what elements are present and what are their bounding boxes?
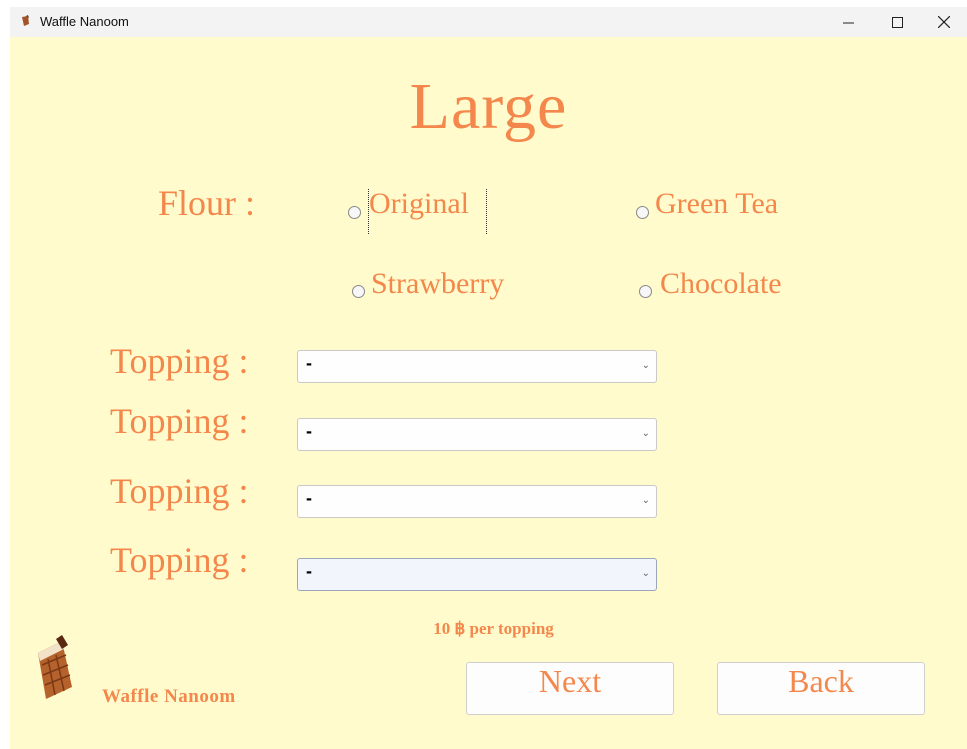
maximize-button[interactable] xyxy=(874,7,920,37)
title-bar: Waffle Nanoom xyxy=(10,7,967,37)
minimize-icon xyxy=(842,22,854,23)
topping-select-1[interactable]: - ⌄ xyxy=(297,350,657,383)
minimize-button[interactable] xyxy=(825,7,871,37)
waffle-icon xyxy=(22,15,29,26)
close-icon xyxy=(938,16,950,28)
topping-select-value: - xyxy=(306,488,312,508)
topping-select-3[interactable]: - ⌄ xyxy=(297,485,657,518)
size-heading: Large xyxy=(409,70,568,143)
flour-radio-chocolate[interactable] xyxy=(639,285,652,298)
chevron-down-icon: ⌄ xyxy=(641,495,650,506)
topping-label-2: Topping : xyxy=(110,401,249,441)
topping-select-4[interactable]: - ⌄ xyxy=(297,558,657,591)
chevron-down-icon: ⌄ xyxy=(641,360,650,371)
chevron-down-icon: ⌄ xyxy=(641,568,650,579)
flour-label: Flour : xyxy=(158,183,256,223)
topping-price-note: 10 ฿ per topping xyxy=(433,619,554,638)
topping-label-1: Topping : xyxy=(110,341,249,381)
app-window: Waffle Nanoom Large Flour : Original Gre… xyxy=(10,7,967,749)
flour-option-green-tea[interactable]: Green Tea xyxy=(655,187,778,221)
chevron-down-icon: ⌄ xyxy=(641,428,650,439)
flour-option-strawberry[interactable]: Strawberry xyxy=(371,267,504,301)
flour-option-chocolate[interactable]: Chocolate xyxy=(660,267,782,301)
waffle-logo-icon xyxy=(38,635,72,699)
maximize-icon xyxy=(891,16,903,28)
next-button[interactable]: Next xyxy=(466,662,674,715)
topping-label-3: Topping : xyxy=(110,471,249,511)
topping-select-value: - xyxy=(306,353,312,373)
back-button[interactable]: Back xyxy=(717,662,925,715)
close-button[interactable] xyxy=(921,7,967,37)
flour-radio-original[interactable] xyxy=(348,206,361,219)
topping-label-4: Topping : xyxy=(110,540,249,580)
topping-select-value: - xyxy=(306,561,312,581)
flour-option-original[interactable]: Original xyxy=(369,187,469,221)
topping-select-value: - xyxy=(306,421,312,441)
flour-radio-strawberry[interactable] xyxy=(352,285,365,298)
flour-radio-green-tea[interactable] xyxy=(636,206,649,219)
brand-name: Waffle Nanoom xyxy=(102,686,236,707)
topping-select-2[interactable]: - ⌄ xyxy=(297,418,657,451)
window-title: Waffle Nanoom xyxy=(40,14,129,29)
